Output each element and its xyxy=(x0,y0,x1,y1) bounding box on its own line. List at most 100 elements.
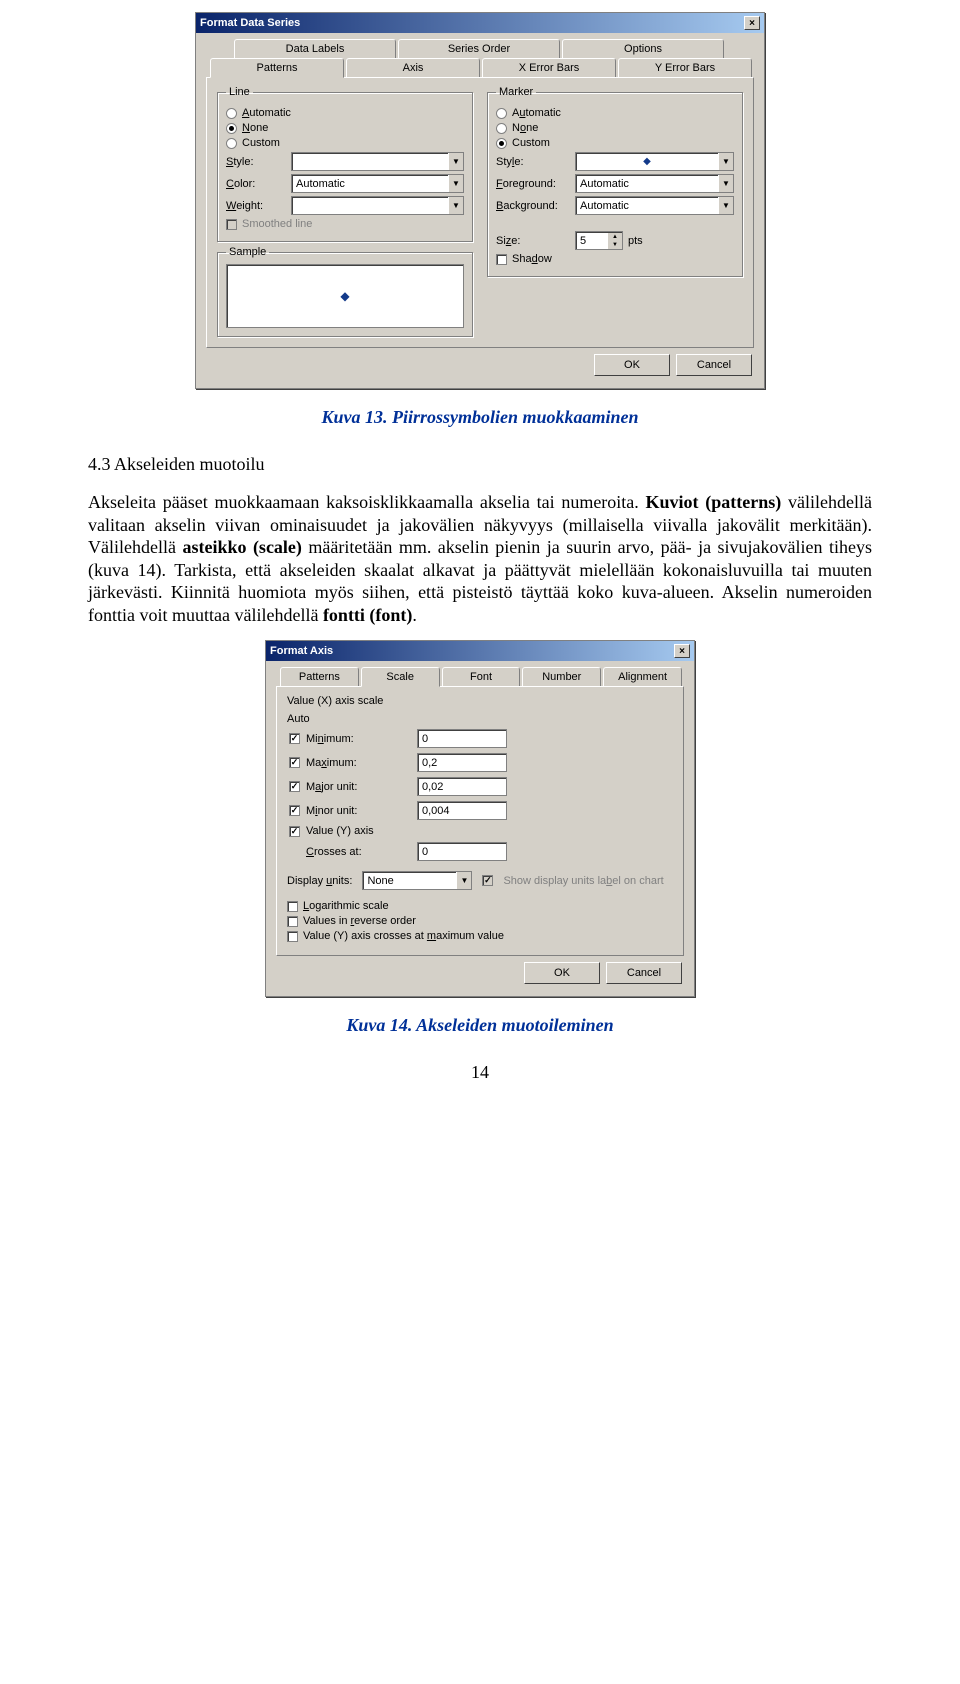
radio-icon[interactable] xyxy=(496,108,507,119)
weight-label: Weight:Weight: xyxy=(226,200,286,212)
tab-scale[interactable]: Scale xyxy=(361,667,440,687)
input-value: 0 xyxy=(422,733,428,745)
tab-y-error-bars[interactable]: Y Error Bars xyxy=(618,58,752,77)
tab-row-front: Patterns Axis X Error Bars Y Error Bars xyxy=(210,58,754,77)
line-weight-dropdown[interactable]: ▼ xyxy=(291,196,464,215)
crosses-at-input[interactable]: 0 xyxy=(417,842,507,861)
field-label: Value (Y) axis xyxy=(306,825,411,837)
checkbox-icon[interactable] xyxy=(289,781,300,792)
chevron-down-icon: ▼ xyxy=(448,175,463,192)
radio-label: AAutomaticutomatic xyxy=(242,107,291,119)
checkbox-icon[interactable] xyxy=(289,805,300,816)
log-scale-row[interactable]: Logarithmic scaleLogarithmic scale xyxy=(287,900,673,912)
field-label: Crosses at:Crosses at: xyxy=(306,846,411,858)
close-icon[interactable]: × xyxy=(744,16,760,30)
checkbox-label: Smoothed line xyxy=(242,218,312,230)
radio-icon[interactable] xyxy=(496,138,507,149)
tab-label: Series Order xyxy=(448,43,510,55)
tab-number[interactable]: Number xyxy=(522,667,601,686)
chevron-down-icon: ▼ xyxy=(448,197,463,214)
figure-caption-14: Kuva 14. Akseleiden muotoileminen xyxy=(88,1015,872,1036)
title-bar[interactable]: Format Data Series × xyxy=(196,13,764,33)
chevron-down-icon: ▼ xyxy=(718,175,733,192)
cancel-button[interactable]: Cancel xyxy=(606,962,682,984)
scale-panel: Value (X) axis scale Auto Minimum:Minimu… xyxy=(276,686,684,956)
line-automatic-row[interactable]: AAutomaticutomatic xyxy=(226,107,464,119)
tab-label: Options xyxy=(624,43,662,55)
radio-icon[interactable] xyxy=(226,123,237,134)
tab-label: Patterns xyxy=(299,671,340,683)
marker-none-row[interactable]: NoneNone xyxy=(496,122,734,134)
tab-patterns[interactable]: Patterns xyxy=(280,667,359,686)
minimum-input[interactable]: 0 xyxy=(417,729,507,748)
chevron-down-icon: ▼ xyxy=(718,197,733,214)
sample-preview: ◆ xyxy=(226,264,464,328)
input-value: 0,2 xyxy=(422,757,437,769)
checkbox-icon[interactable] xyxy=(289,826,300,837)
marker-style-dropdown[interactable]: ▼ xyxy=(575,152,734,171)
field-label: Major unit:Major unit: xyxy=(306,781,411,793)
marker-custom-row[interactable]: Custom xyxy=(496,137,734,149)
spinner-value: 5 xyxy=(576,235,607,247)
checkbox-icon[interactable] xyxy=(287,916,298,927)
display-units-dropdown[interactable]: None▼ xyxy=(362,871,472,890)
shadow-row[interactable]: ShadowShadow xyxy=(496,253,734,265)
maximum-input[interactable]: 0,2 xyxy=(417,753,507,772)
dropdown-value: Automatic xyxy=(576,200,718,212)
line-none-row[interactable]: NoneNone xyxy=(226,122,464,134)
marker-size-spinner[interactable]: 5 ▲▼ xyxy=(575,231,623,250)
tab-series-order[interactable]: Series Order xyxy=(398,39,560,58)
checkbox-icon[interactable] xyxy=(287,901,298,912)
line-color-dropdown[interactable]: Automatic▼ xyxy=(291,174,464,193)
tab-alignment[interactable]: Alignment xyxy=(603,667,682,686)
tab-patterns[interactable]: Patterns xyxy=(210,58,344,78)
marker-background-dropdown[interactable]: Automatic▼ xyxy=(575,196,734,215)
foreground-label: Foreground:Foreground: xyxy=(496,178,570,190)
checkbox-label: Values in reverse orderValues in reverse… xyxy=(303,915,416,927)
line-style-dropdown[interactable]: ▼ xyxy=(291,152,464,171)
tab-data-labels[interactable]: Data Labels xyxy=(234,39,396,58)
color-label: Color:Color: xyxy=(226,178,286,190)
tab-label: X Error Bars xyxy=(519,62,580,74)
radio-icon[interactable] xyxy=(496,123,507,134)
close-icon[interactable]: × xyxy=(674,644,690,658)
crosses-at-row: Crosses at:Crosses at: 0 xyxy=(289,842,673,861)
tab-label: Font xyxy=(470,671,492,683)
tab-x-error-bars[interactable]: X Error Bars xyxy=(482,58,616,77)
background-label: Background:Background: xyxy=(496,200,570,212)
marker-automatic-row[interactable]: AutomaticAutomatic xyxy=(496,107,734,119)
crosses-at-max-row[interactable]: Value (Y) axis crosses at maximum valueV… xyxy=(287,930,673,942)
checkbox-icon[interactable] xyxy=(289,733,300,744)
ok-button[interactable]: OK xyxy=(524,962,600,984)
display-units-label: Display units:Display units: xyxy=(287,875,352,887)
checkbox-icon[interactable] xyxy=(289,757,300,768)
tab-row-back: Data Labels Series Order Options xyxy=(234,39,726,58)
display-units-row: Display units:Display units: None▼ Show … xyxy=(287,871,673,890)
checkbox-icon[interactable] xyxy=(287,931,298,942)
tab-options[interactable]: Options xyxy=(562,39,724,58)
radio-label: Custom xyxy=(512,137,550,149)
minor-unit-input[interactable]: 0,004 xyxy=(417,801,507,820)
ok-button[interactable]: OK xyxy=(594,354,670,376)
body-paragraph: Akseleita pääset muokkaamaan kaksoisklik… xyxy=(88,491,872,626)
chevron-down-icon[interactable]: ▼ xyxy=(607,241,622,249)
major-unit-input[interactable]: 0,02 xyxy=(417,777,507,796)
line-custom-row[interactable]: Custom xyxy=(226,137,464,149)
section-heading: 4.3 Akseleiden muotoilu xyxy=(88,454,872,475)
reverse-order-row[interactable]: Values in reverse orderValues in reverse… xyxy=(287,915,673,927)
dialog-title: Format Axis xyxy=(270,645,333,657)
radio-icon[interactable] xyxy=(226,138,237,149)
tab-label: Number xyxy=(542,671,581,683)
checkbox-icon[interactable] xyxy=(496,254,507,265)
marker-foreground-dropdown[interactable]: Automatic▼ xyxy=(575,174,734,193)
dropdown-value: None xyxy=(363,875,456,887)
chevron-up-icon[interactable]: ▲ xyxy=(607,233,622,241)
tab-axis[interactable]: Axis xyxy=(346,58,480,77)
tab-label: Y Error Bars xyxy=(655,62,715,74)
chevron-down-icon: ▼ xyxy=(448,153,463,170)
maximum-row: Maximum:Maximum: 0,2 xyxy=(289,753,673,772)
radio-icon[interactable] xyxy=(226,108,237,119)
tab-font[interactable]: Font xyxy=(442,667,521,686)
cancel-button[interactable]: Cancel xyxy=(676,354,752,376)
title-bar[interactable]: Format Axis × xyxy=(266,641,694,661)
